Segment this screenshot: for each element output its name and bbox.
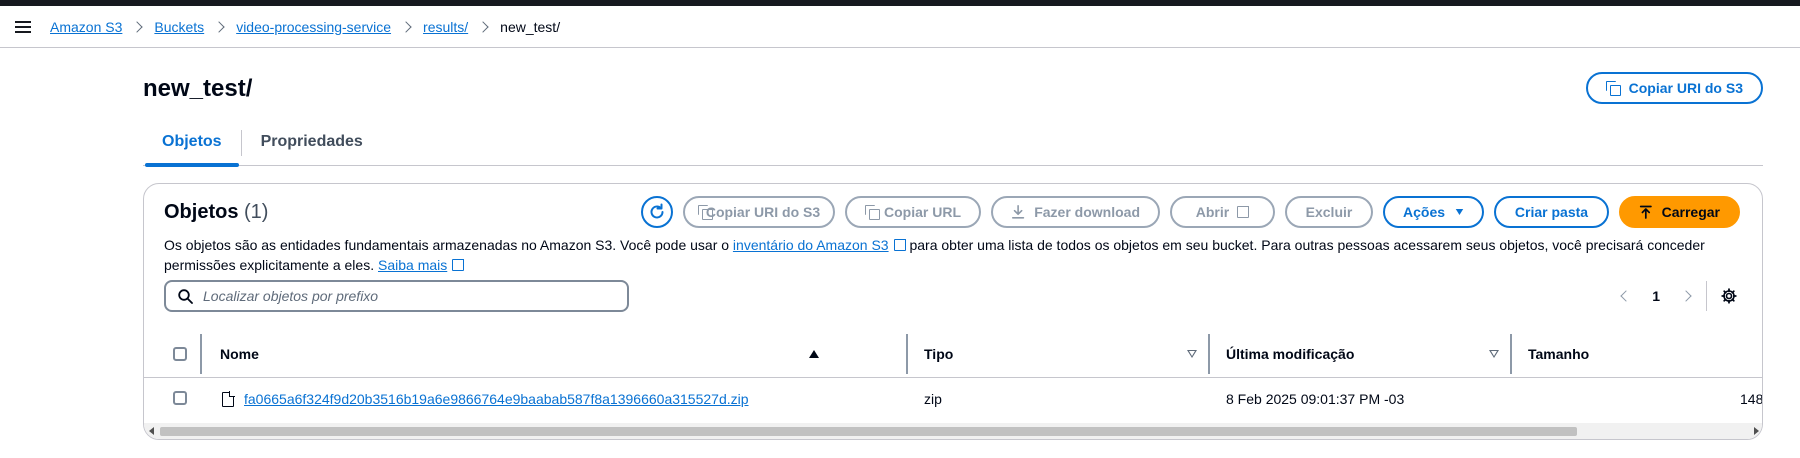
objects-count: (1)	[244, 201, 269, 223]
copy-url-button[interactable]: Copiar URL	[845, 196, 981, 228]
create-folder-label: Criar pasta	[1514, 204, 1589, 220]
caret-down-icon	[1455, 209, 1464, 215]
page-number[interactable]: 1	[1652, 288, 1660, 304]
scroll-right-icon[interactable]	[1754, 427, 1759, 435]
column-divider	[200, 334, 202, 374]
table-header: Nome Tipo Última modificação Tamanho	[144, 330, 1762, 378]
chevron-right-icon	[131, 20, 144, 33]
copy-icon	[865, 204, 880, 220]
tab-objetos[interactable]: Objetos	[143, 130, 241, 167]
sort-descending-icon[interactable]	[1489, 350, 1499, 358]
tab-bar: Objetos Propriedades	[143, 130, 1763, 167]
copy-s3-uri-label: Copiar URI do S3	[1628, 80, 1743, 96]
breadcrumb-amazon-s3[interactable]: Amazon S3	[50, 19, 122, 35]
search-input[interactable]	[203, 288, 623, 304]
column-divider	[1208, 334, 1210, 374]
copy-icon	[1606, 80, 1621, 96]
breadcrumb-buckets[interactable]: Buckets	[154, 19, 204, 35]
chevron-right-icon	[477, 20, 489, 33]
type-cell: zip	[924, 391, 942, 407]
chevron-left-icon[interactable]	[1620, 290, 1632, 302]
breadcrumb-bucket[interactable]: video-processing-service	[236, 19, 391, 35]
size-cell: 148	[1740, 391, 1763, 407]
search-field	[164, 280, 629, 312]
column-size-label: Tamanho	[1528, 346, 1590, 362]
upload-button[interactable]: Carregar	[1619, 196, 1740, 228]
breadcrumb-results[interactable]: results/	[423, 19, 468, 35]
search-icon	[178, 288, 193, 304]
external-link-icon	[893, 237, 908, 251]
chevron-right-icon	[400, 20, 412, 33]
actions-dropdown[interactable]: Ações	[1383, 196, 1484, 228]
row-checkbox[interactable]	[173, 391, 187, 405]
breadcrumb: Amazon S3 Buckets video-processing-servi…	[50, 19, 560, 35]
open-button[interactable]: Abrir	[1170, 196, 1275, 228]
file-icon	[222, 390, 235, 407]
pagination: 1	[1620, 288, 1692, 304]
copy-s3-uri-toolbar-label: Copiar URI do S3	[705, 204, 821, 220]
objects-title: Objetos	[164, 201, 239, 223]
download-icon	[1011, 204, 1025, 219]
gear-icon[interactable]	[1721, 288, 1737, 304]
learn-more-link[interactable]: Saiba mais	[378, 257, 447, 273]
external-link-icon	[452, 257, 467, 271]
refresh-button[interactable]	[641, 196, 673, 228]
column-header-name[interactable]: Nome	[220, 330, 840, 378]
delete-button[interactable]: Excluir	[1285, 196, 1373, 228]
column-divider	[1510, 334, 1512, 374]
tab-propriedades[interactable]: Propriedades	[242, 130, 382, 166]
external-link-icon	[1237, 204, 1252, 218]
object-name-link[interactable]: fa0665a6f324f9d20b3516b19a6e9866764e9baa…	[244, 391, 749, 407]
column-type-label: Tipo	[924, 346, 954, 362]
name-cell: fa0665a6f324f9d20b3516b19a6e9866764e9baa…	[222, 379, 749, 419]
objects-toolbar: Copiar URI do S3 Copiar URL Fazer downlo…	[641, 196, 1740, 228]
column-header-type[interactable]: Tipo	[924, 330, 1204, 378]
inventory-link[interactable]: inventário do Amazon S3	[733, 237, 889, 253]
breadcrumb-bar: Amazon S3 Buckets video-processing-servi…	[0, 6, 1800, 48]
menu-icon[interactable]	[15, 20, 31, 33]
refresh-icon	[650, 203, 664, 219]
chevron-right-icon	[213, 20, 225, 33]
download-label: Fazer download	[1034, 204, 1140, 220]
breadcrumb-current: new_test/	[500, 18, 561, 35]
objects-description: Os objetos são as entidades fundamentais…	[164, 235, 1744, 275]
create-folder-button[interactable]: Criar pasta	[1494, 196, 1609, 228]
horizontal-scrollbar[interactable]	[144, 423, 1762, 439]
upload-label: Carregar	[1661, 204, 1720, 220]
pager-divider	[1706, 281, 1707, 311]
copy-s3-uri-button[interactable]: Copiar URI do S3	[1586, 72, 1763, 104]
column-header-size[interactable]: Tamanho	[1528, 330, 1728, 378]
actions-label: Ações	[1403, 204, 1446, 220]
objects-panel: Objetos (1) Copiar URI do S3 Copiar URL …	[143, 183, 1763, 440]
objects-panel-title: Objetos (1)	[164, 201, 268, 224]
upload-icon	[1639, 205, 1652, 219]
description-text-1: Os objetos são as entidades fundamentais…	[164, 237, 733, 253]
chevron-right-icon[interactable]	[1680, 290, 1692, 302]
column-header-modified[interactable]: Última modificação	[1226, 330, 1506, 378]
sort-ascending-icon[interactable]	[809, 350, 819, 358]
delete-label: Excluir	[1305, 204, 1353, 220]
table-row: fa0665a6f324f9d20b3516b19a6e9866764e9baa…	[144, 379, 1763, 419]
column-divider	[906, 334, 908, 374]
copy-s3-uri-toolbar-button[interactable]: Copiar URI do S3	[683, 196, 835, 228]
column-name-label: Nome	[220, 346, 259, 362]
select-all-checkbox[interactable]	[173, 347, 187, 361]
download-button[interactable]: Fazer download	[991, 196, 1160, 228]
column-modified-label: Última modificação	[1226, 346, 1355, 362]
sort-descending-icon[interactable]	[1187, 350, 1197, 358]
scroll-left-icon[interactable]	[149, 427, 154, 435]
modified-cell: 8 Feb 2025 09:01:37 PM -03	[1226, 391, 1405, 407]
open-label: Abrir	[1195, 204, 1230, 220]
copy-url-label: Copiar URL	[884, 204, 961, 220]
page-title: new_test/	[143, 75, 253, 102]
scrollbar-thumb[interactable]	[160, 427, 1577, 436]
